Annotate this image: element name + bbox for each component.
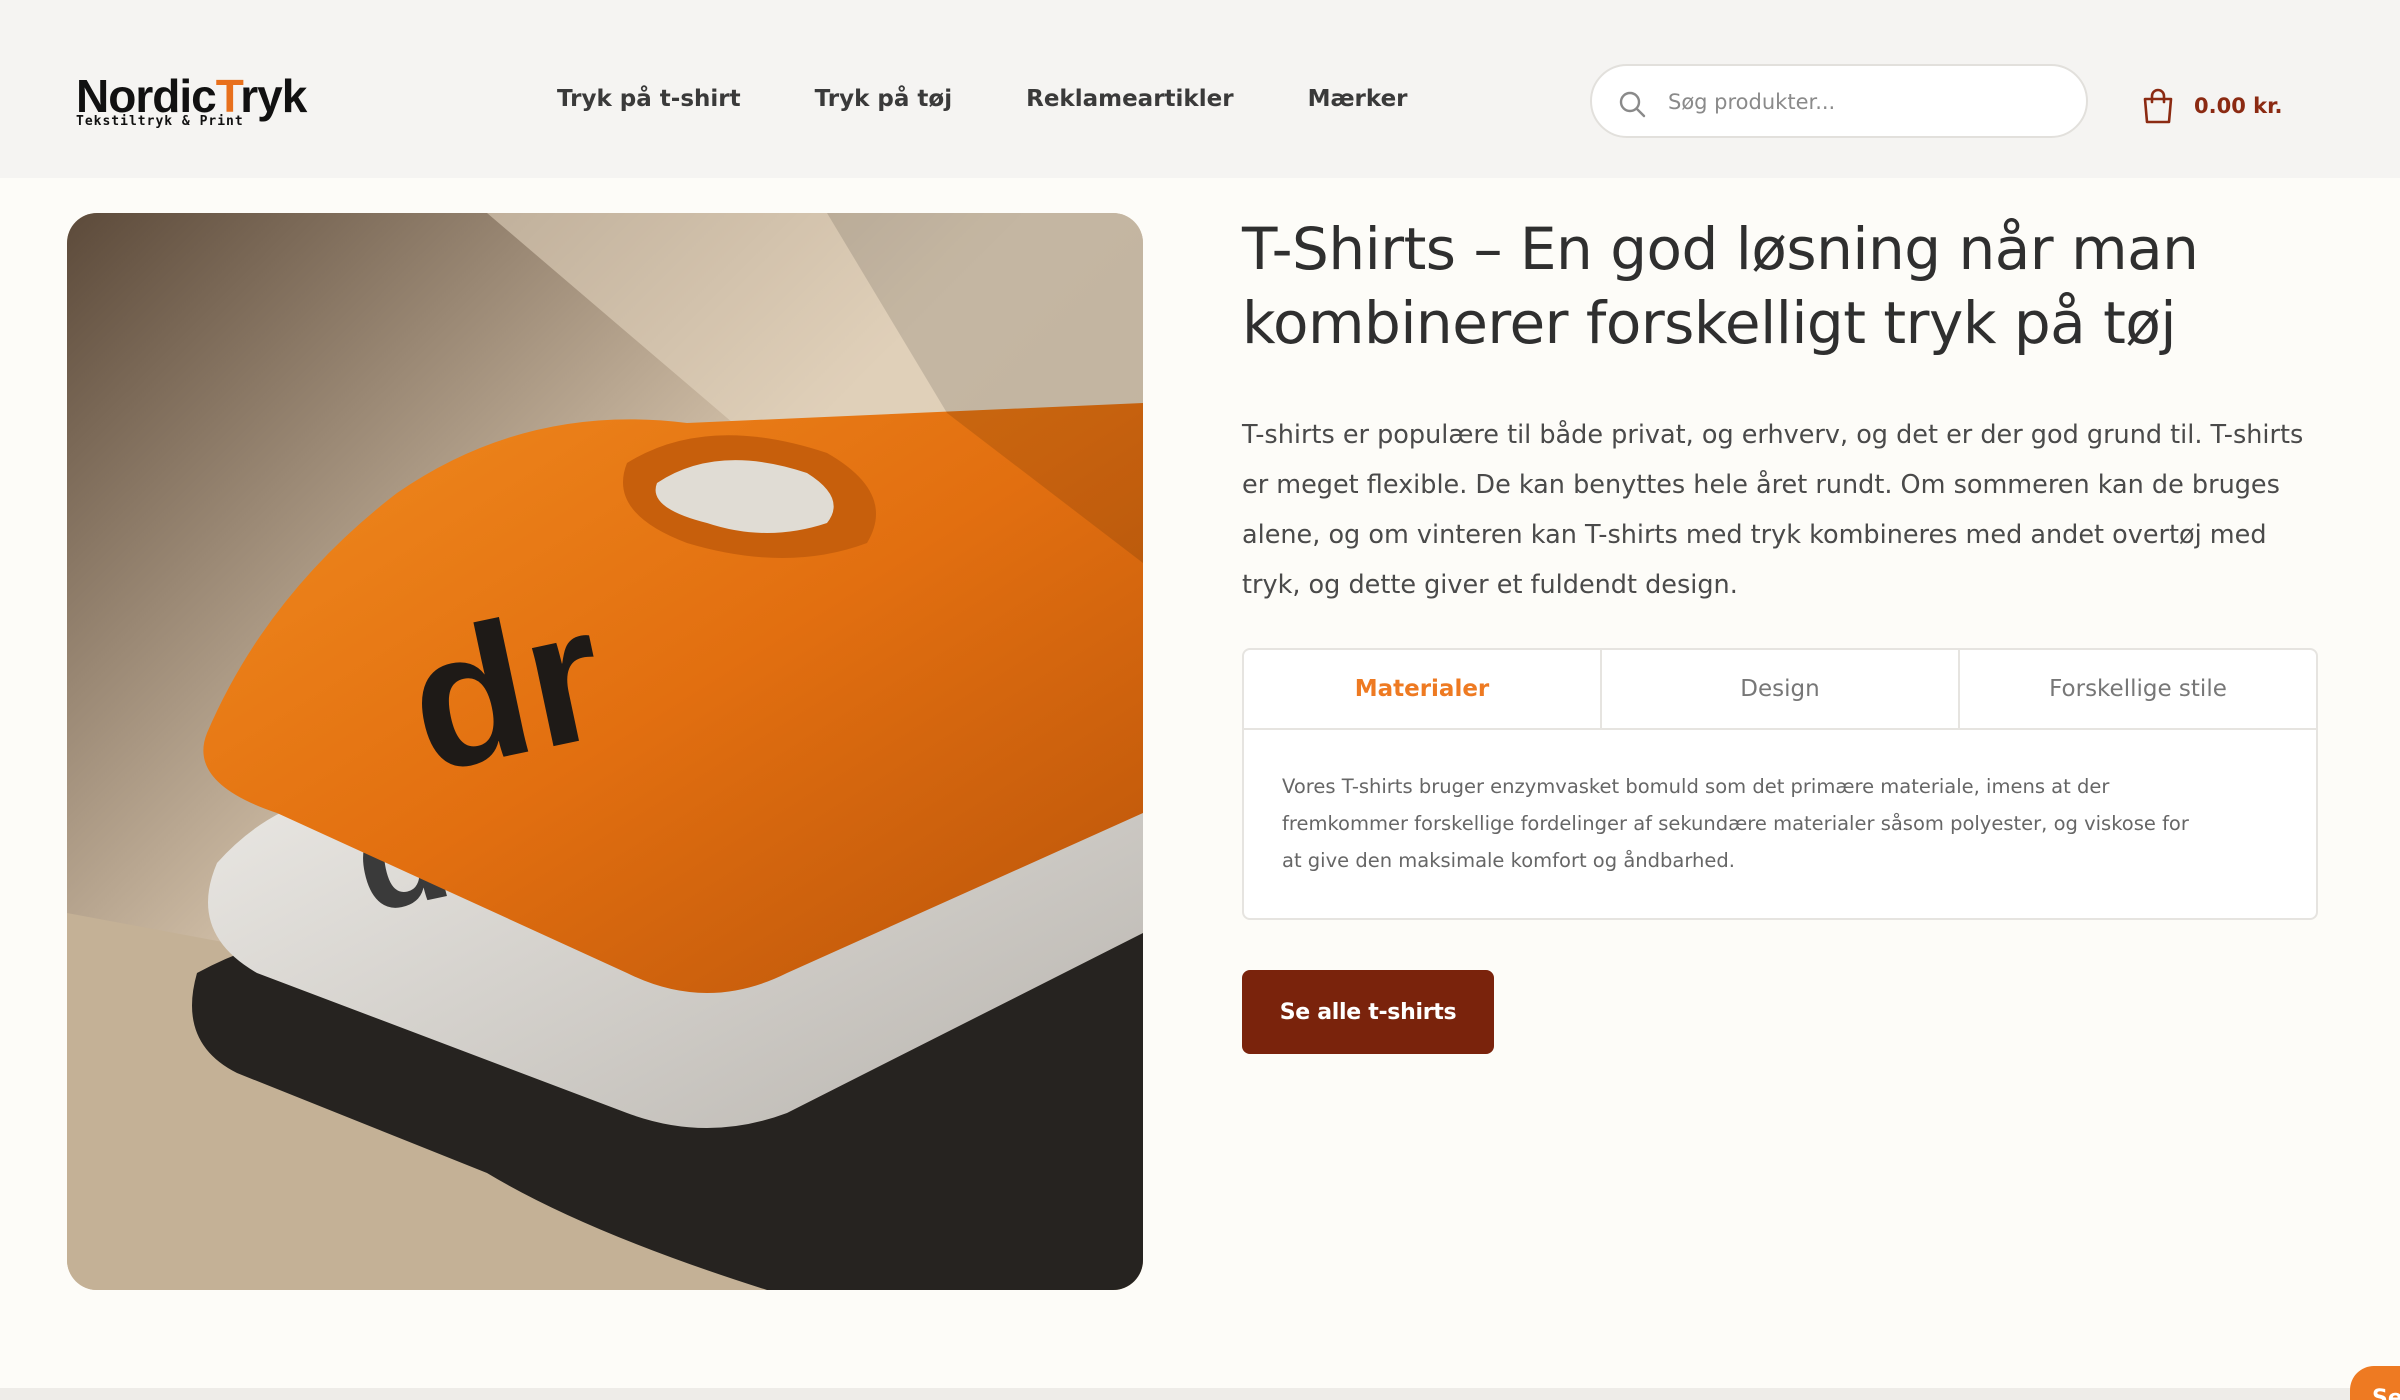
search-box	[1590, 64, 2088, 138]
site-logo[interactable]: NordicTryk Tekstiltryk & Print	[76, 72, 316, 132]
tshirt-stack-illustration: dr dr	[67, 213, 1143, 1290]
search-input[interactable]	[1668, 80, 2068, 124]
chat-button[interactable]: Se	[2350, 1366, 2400, 1400]
page-title: T-Shirts – En god løsning når man kombin…	[1242, 215, 2199, 357]
chat-button-label: Se	[2372, 1386, 2400, 1400]
intro-paragraph: T-shirts er populære til både privat, og…	[1242, 420, 2304, 600]
main-nav: Tryk på t-shirt Tryk på tøj Reklameartik…	[557, 86, 1408, 112]
logo-wordmark: NordicTryk	[76, 70, 307, 122]
tab-list: Materialer Design Forskellige stile	[1244, 650, 2316, 730]
tab-forskellige-stile[interactable]: Forskellige stile	[1960, 650, 2316, 728]
site-header: NordicTryk Tekstiltryk & Print Tryk på t…	[0, 0, 2400, 178]
info-tabs: Materialer Design Forskellige stile Vore…	[1242, 648, 2318, 920]
nav-item-tryk-paa-toej[interactable]: Tryk på tøj	[815, 86, 952, 112]
tab-panel-text: Vores T-shirts bruger enzymvasket bomuld…	[1282, 775, 2189, 872]
nav-item-reklameartikler[interactable]: Reklameartikler	[1026, 86, 1233, 112]
cart-button[interactable]: 0.00 kr.	[2138, 86, 2282, 126]
shopping-bag-icon	[2143, 88, 2173, 124]
nav-item-maerker[interactable]: Mærker	[1308, 86, 1408, 112]
nav-item-tryk-paa-tshirt[interactable]: Tryk på t-shirt	[557, 86, 741, 112]
tab-design[interactable]: Design	[1602, 650, 1960, 728]
cart-total: 0.00 kr.	[2194, 94, 2283, 118]
search-icon[interactable]	[1616, 88, 1648, 120]
tshirt-stack-image: dr dr	[67, 213, 1143, 1290]
tab-materialer[interactable]: Materialer	[1244, 650, 1602, 728]
see-all-tshirts-button[interactable]: Se alle t-shirts	[1242, 970, 1494, 1054]
footer-strip	[0, 1388, 2400, 1400]
